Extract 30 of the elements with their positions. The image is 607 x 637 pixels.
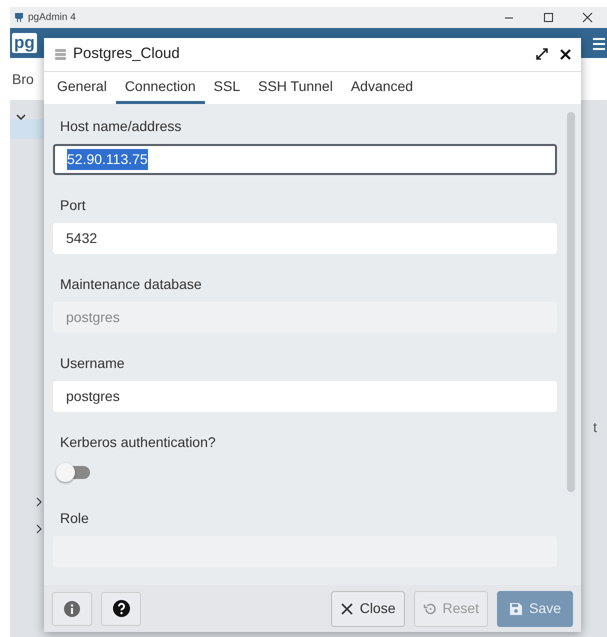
close-icon[interactable] [582, 12, 593, 23]
tab[interactable]: Advanced [342, 72, 422, 104]
field-label: Username [60, 354, 126, 373]
app-logo: pg [12, 33, 37, 53]
tab[interactable]: SSL [204, 72, 250, 104]
input-field[interactable]: 52.90.113.75 [53, 144, 557, 175]
input-field[interactable]: 5432 [53, 223, 557, 254]
tab[interactable]: SSH Tunnel [249, 72, 342, 104]
browser-tab[interactable]: Bro [12, 68, 34, 90]
field-label: Port [60, 196, 87, 215]
field-label: Maintenance database [60, 275, 203, 294]
dialog-title: Postgres_Cloud [73, 44, 180, 64]
save-icon [509, 602, 524, 616]
maximize-icon[interactable] [543, 12, 554, 23]
close-button[interactable]: Close [330, 590, 404, 626]
scrollbar[interactable] [567, 112, 575, 492]
close-icon [340, 602, 354, 616]
help-icon [112, 600, 130, 617]
input-field[interactable]: postgres [53, 381, 557, 412]
tab[interactable]: Connection [116, 72, 205, 104]
info-icon [64, 600, 80, 616]
reset-icon [422, 602, 436, 616]
field-label: Role [60, 509, 90, 528]
help-button[interactable] [101, 592, 141, 626]
side-text: t [593, 418, 597, 437]
field-label: Kerberos authentication? [60, 433, 217, 452]
info-button[interactable] [52, 592, 92, 626]
window-title: pgAdmin 4 [28, 11, 76, 25]
field-label: Host name/address [60, 117, 182, 136]
tab[interactable]: General [48, 72, 116, 104]
